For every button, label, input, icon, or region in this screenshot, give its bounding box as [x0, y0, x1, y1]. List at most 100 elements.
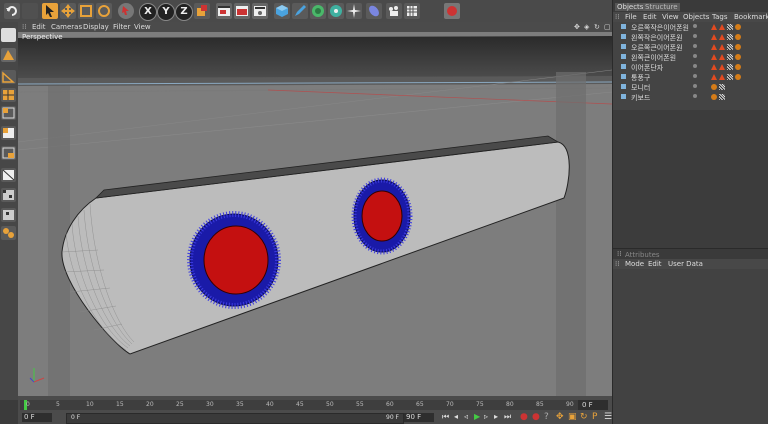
phong-tag-icon[interactable]: [735, 34, 741, 40]
object-mode-icon[interactable]: [118, 3, 134, 19]
visibility-dot-icon[interactable]: [693, 24, 697, 28]
viewport-menu-filter[interactable]: Filter: [113, 23, 130, 31]
polygon-tool-icon[interactable]: [1, 70, 16, 84]
start-frame-field[interactable]: 0 F: [22, 413, 52, 422]
texture-tag-icon[interactable]: [727, 64, 733, 70]
keyframe-selection-icon[interactable]: ?: [544, 412, 549, 422]
end-frame-field[interactable]: 90 F: [404, 413, 434, 422]
texture-tool-icon[interactable]: [1, 188, 16, 202]
viewport-zoom-icon[interactable]: ◈: [584, 23, 589, 31]
key-position-icon[interactable]: ✥: [556, 412, 564, 422]
current-frame-field[interactable]: 0 F: [578, 400, 608, 410]
next-frame-icon[interactable]: ▹: [484, 412, 488, 421]
material-tag-icon[interactable]: [719, 34, 725, 40]
perspective-viewport[interactable]: Perspective: [18, 32, 612, 396]
viewport-menu-cameras[interactable]: Cameras: [51, 23, 82, 31]
texture-tag-icon[interactable]: [719, 84, 725, 90]
viewport-menu-edit[interactable]: Edit: [32, 23, 46, 31]
object-row[interactable]: 오른쪽큰이어폰원: [613, 42, 768, 52]
pen-icon[interactable]: [292, 3, 308, 19]
attr-menu-user-data[interactable]: User Data: [668, 260, 703, 268]
cube-icon[interactable]: [274, 3, 290, 19]
material-tag-icon[interactable]: [719, 64, 725, 70]
texture-tag-icon[interactable]: [727, 34, 733, 40]
material-tag-icon[interactable]: [719, 54, 725, 60]
visibility-dot-icon[interactable]: [693, 84, 697, 88]
workplane-tool-icon[interactable]: [1, 208, 16, 222]
object-row[interactable]: 키보드: [613, 92, 768, 102]
visibility-dot-icon[interactable]: [693, 74, 697, 78]
object-row[interactable]: 왼쪽큰이어폰원: [613, 52, 768, 62]
world-coord-icon[interactable]: [194, 3, 210, 19]
x-axis-icon[interactable]: X: [139, 3, 157, 21]
texture-tag-icon[interactable]: [727, 24, 733, 30]
visibility-dot-icon[interactable]: [693, 64, 697, 68]
goto-start-icon[interactable]: ⏮: [442, 412, 449, 422]
key-scale-icon[interactable]: ▣: [568, 412, 577, 422]
light-icon[interactable]: [404, 3, 420, 19]
camera-icon[interactable]: [386, 3, 402, 19]
attr-menu-edit[interactable]: Edit: [648, 260, 662, 268]
play-icon[interactable]: ▶: [474, 412, 480, 421]
object-row[interactable]: 모니터: [613, 82, 768, 92]
texture-tag-icon[interactable]: [727, 74, 733, 80]
om-menu-view[interactable]: View: [662, 13, 679, 21]
texture-tag-icon[interactable]: [727, 54, 733, 60]
render-view-icon[interactable]: [216, 3, 232, 19]
viewport-maximize-icon[interactable]: ▢: [604, 23, 611, 31]
next-key-icon[interactable]: ▸: [494, 412, 498, 421]
material-tag-icon[interactable]: [711, 54, 717, 60]
grid-tool-icon[interactable]: [1, 88, 16, 102]
visibility-dot-icon[interactable]: [693, 44, 697, 48]
record-key-icon[interactable]: ●: [520, 412, 528, 422]
key-param-icon[interactable]: P: [592, 412, 597, 422]
tab-objects[interactable]: Objects: [615, 3, 646, 11]
polygons-tool-icon[interactable]: [1, 146, 16, 160]
object-row[interactable]: 이어폰단자: [613, 62, 768, 72]
viewport-menu-display[interactable]: Display: [83, 23, 109, 31]
object-row[interactable]: 오른쪽작은이어폰원: [613, 22, 768, 32]
deformer-icon[interactable]: [346, 3, 362, 19]
om-menu-tags[interactable]: Tags: [712, 13, 728, 21]
viewport-rotate-icon[interactable]: ↻: [594, 23, 600, 31]
material-tag-icon[interactable]: [711, 24, 717, 30]
selection-icon[interactable]: [42, 3, 58, 19]
object-row[interactable]: 왼쪽작은이어폰원: [613, 32, 768, 42]
edges-tool-icon[interactable]: [1, 126, 16, 140]
phong-tag-icon[interactable]: [735, 74, 741, 80]
array-icon[interactable]: [328, 3, 344, 19]
material-tag-icon[interactable]: [719, 44, 725, 50]
visibility-dot-icon[interactable]: [693, 94, 697, 98]
texture-tag-icon[interactable]: [727, 44, 733, 50]
om-menu-file[interactable]: File: [625, 13, 637, 21]
move-icon[interactable]: [60, 3, 76, 19]
timeline-ruler[interactable]: 0 5 10 15 20 25 30 35 40 45 50 55 60 65 70 75 80 85 90: [20, 400, 580, 410]
phong-tag-icon[interactable]: [735, 54, 741, 60]
visibility-dot-icon[interactable]: [693, 34, 697, 38]
material-tag-icon[interactable]: [711, 74, 717, 80]
rotate-icon[interactable]: [96, 3, 112, 19]
object-row[interactable]: 통풍구: [613, 72, 768, 82]
om-menu-edit[interactable]: Edit: [643, 13, 657, 21]
autokey-icon[interactable]: ●: [532, 412, 540, 422]
object-list-empty-area[interactable]: [613, 110, 768, 248]
attr-menu-mode[interactable]: Mode: [625, 260, 644, 268]
prev-frame-icon[interactable]: ◃: [464, 412, 468, 421]
cone-tool-icon[interactable]: [1, 48, 16, 62]
key-rotation-icon[interactable]: ↻: [580, 412, 588, 422]
phong-tag-icon[interactable]: [711, 94, 717, 100]
render-picture-viewer-icon[interactable]: [234, 3, 250, 19]
viewport-menu-view[interactable]: View: [134, 23, 151, 31]
scene-icon[interactable]: [366, 3, 382, 19]
object-name[interactable]: 키보드: [631, 93, 650, 103]
phong-tag-icon[interactable]: [711, 84, 717, 90]
subdivision-icon[interactable]: [310, 3, 326, 19]
viewport-move-icon[interactable]: ✥: [574, 23, 580, 31]
material-tag-icon[interactable]: [719, 74, 725, 80]
prev-key-icon[interactable]: ◂: [454, 412, 458, 421]
phong-tag-icon[interactable]: [735, 44, 741, 50]
scale-icon[interactable]: [78, 3, 94, 19]
material-tag-icon[interactable]: [711, 64, 717, 70]
tab-structure[interactable]: Structure: [643, 3, 680, 11]
texture-tag-icon[interactable]: [719, 94, 725, 100]
